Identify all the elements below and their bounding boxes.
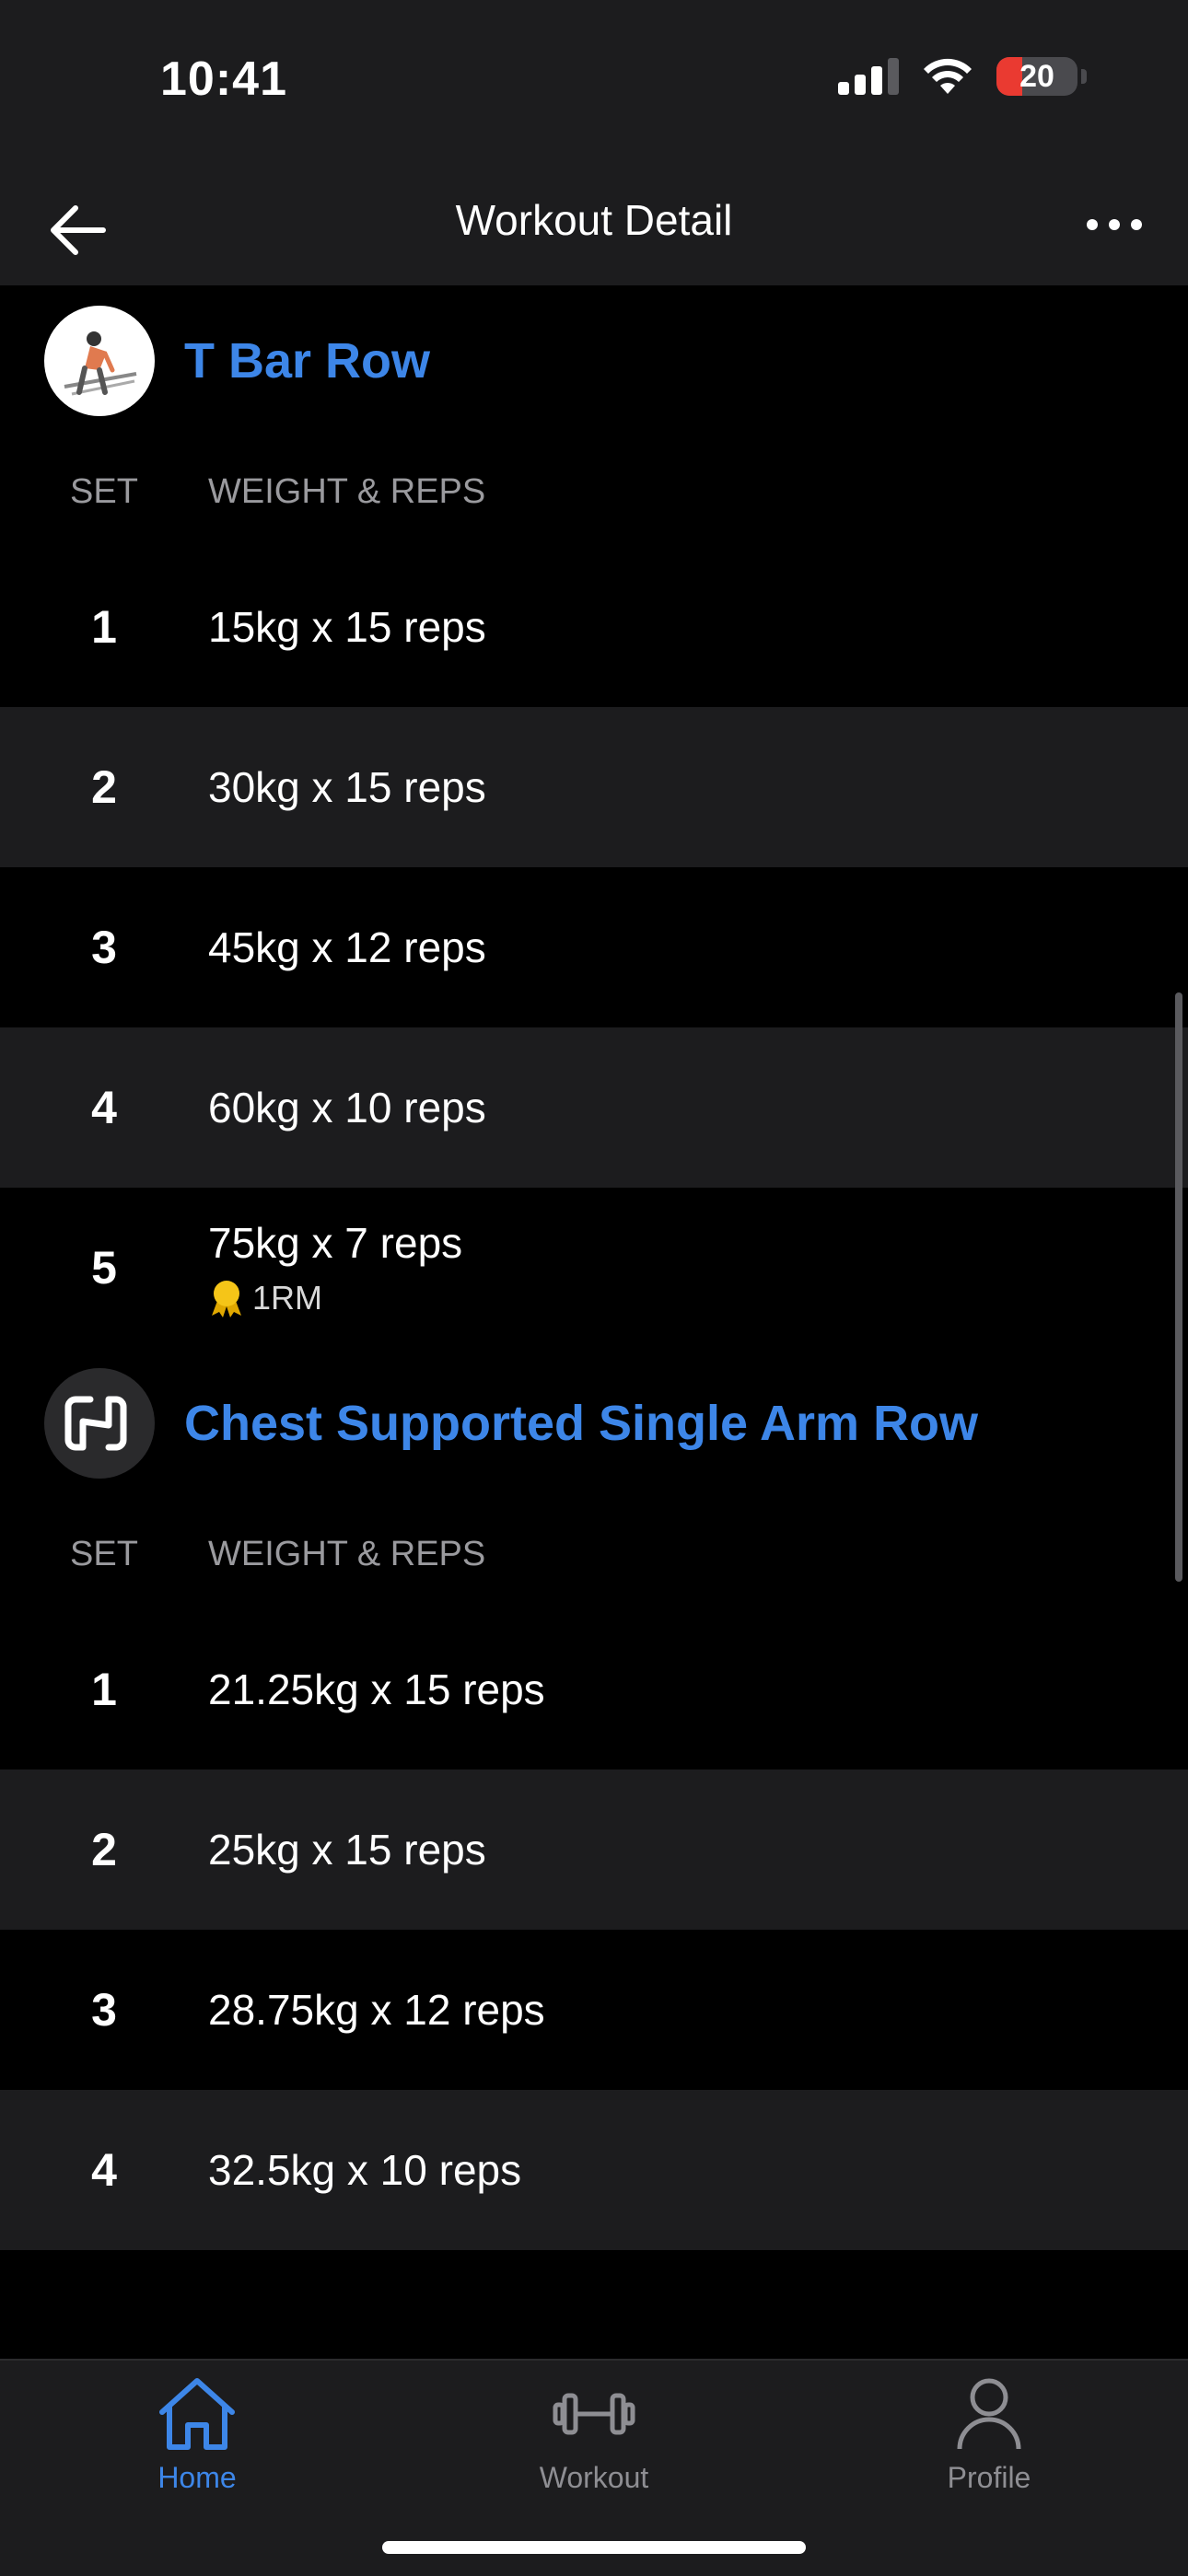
set-number: 4 <box>91 2144 117 2196</box>
set-row: 1 21.25kg x 15 reps <box>0 1609 1188 1770</box>
navigation-bar: Workout Detail <box>0 166 1188 285</box>
set-weight-reps: 60kg x 10 reps <box>208 1084 486 1131</box>
exercise-thumbnail <box>44 1368 155 1479</box>
medal-icon <box>212 1281 241 1317</box>
set-weight-reps: 21.25kg x 15 reps <box>208 1665 545 1713</box>
personal-record-badge: 1RM <box>208 1279 462 1317</box>
set-row: 4 32.5kg x 10 reps <box>0 2090 1188 2250</box>
set-weight-reps: 75kg x 7 reps <box>208 1219 463 1267</box>
tab-label: Home <box>157 2461 237 2494</box>
set-weight-reps: 15kg x 15 reps <box>208 603 486 651</box>
battery-percent: 20 <box>1019 58 1054 94</box>
set-row: 4 60kg x 10 reps <box>0 1027 1188 1188</box>
set-number: 3 <box>91 922 117 973</box>
tab-profile[interactable]: Profile <box>869 2375 1109 2495</box>
set-number: 2 <box>91 761 117 813</box>
page-title: Workout Detail <box>455 196 733 244</box>
more-options-icon[interactable] <box>1087 219 1142 230</box>
t-bar-row-illustration-icon <box>64 331 137 396</box>
set-number: 5 <box>91 1242 117 1294</box>
set-number: 3 <box>91 1984 117 2036</box>
set-weight-reps: 30kg x 15 reps <box>208 763 486 811</box>
set-row: 5 75kg x 7 reps 1RM <box>0 1188 1188 1348</box>
workout-detail-content: T Bar Row SET WEIGHT & REPS 1 15kg x 15 … <box>0 285 1188 2359</box>
person-icon <box>957 2378 1021 2450</box>
set-number: 1 <box>91 601 117 653</box>
tab-home[interactable]: Home <box>77 2375 317 2495</box>
set-number: 1 <box>91 1664 117 1715</box>
exercise-header[interactable]: T Bar Row <box>0 285 1188 436</box>
app-logo-icon <box>64 1396 127 1451</box>
battery-indicator: 20 <box>996 57 1077 96</box>
exercise-title-link[interactable]: Chest Supported Single Arm Row <box>184 1395 978 1452</box>
tab-label: Profile <box>947 2461 1031 2494</box>
battery-cap <box>1081 69 1087 84</box>
tab-label: Workout <box>539 2461 649 2494</box>
sets-column-header: SET WEIGHT & REPS <box>0 1499 1188 1609</box>
scrollbar[interactable] <box>1175 992 1182 1582</box>
set-number: 4 <box>91 1082 117 1133</box>
set-row: 2 25kg x 15 reps <box>0 1770 1188 1930</box>
weight-reps-column-label: WEIGHT & REPS <box>208 471 486 511</box>
set-number: 2 <box>91 1824 117 1875</box>
set-weight-reps: 25kg x 15 reps <box>208 1826 486 1874</box>
set-weight-reps: 32.5kg x 10 reps <box>208 2146 522 2194</box>
wifi-icon <box>924 58 972 94</box>
more-dot <box>1109 219 1120 230</box>
set-weight-reps: 45kg x 12 reps <box>208 923 486 971</box>
home-icon <box>159 2378 235 2450</box>
weight-reps-column-label: WEIGHT & REPS <box>208 1534 486 1573</box>
set-column-label: SET <box>70 1534 138 1573</box>
set-row: 3 45kg x 12 reps <box>0 867 1188 1027</box>
exercise-header[interactable]: Chest Supported Single Arm Row <box>0 1348 1188 1499</box>
dumbbell-icon <box>553 2393 635 2435</box>
tab-workout[interactable]: Workout <box>474 2375 714 2495</box>
more-dot <box>1087 219 1098 230</box>
exercise-title-link[interactable]: T Bar Row <box>184 332 430 389</box>
status-bar: 10:41 20 <box>0 0 1188 166</box>
home-indicator <box>382 2541 806 2554</box>
sets-column-header: SET WEIGHT & REPS <box>0 436 1188 547</box>
set-row: 2 30kg x 15 reps <box>0 707 1188 867</box>
record-label: 1RM <box>252 1279 323 1317</box>
exercise-thumbnail <box>44 306 155 416</box>
status-icons: 20 <box>838 57 1087 96</box>
set-row: 1 15kg x 15 reps <box>0 547 1188 707</box>
status-time: 10:41 <box>160 52 287 106</box>
set-column-label: SET <box>70 471 138 511</box>
cellular-signal-icon <box>838 58 899 95</box>
set-row: 3 28.75kg x 12 reps <box>0 1930 1188 2090</box>
set-weight-reps: 28.75kg x 12 reps <box>208 1986 545 2034</box>
set-detail: 75kg x 7 reps 1RM <box>208 1218 462 1317</box>
more-dot <box>1131 219 1142 230</box>
